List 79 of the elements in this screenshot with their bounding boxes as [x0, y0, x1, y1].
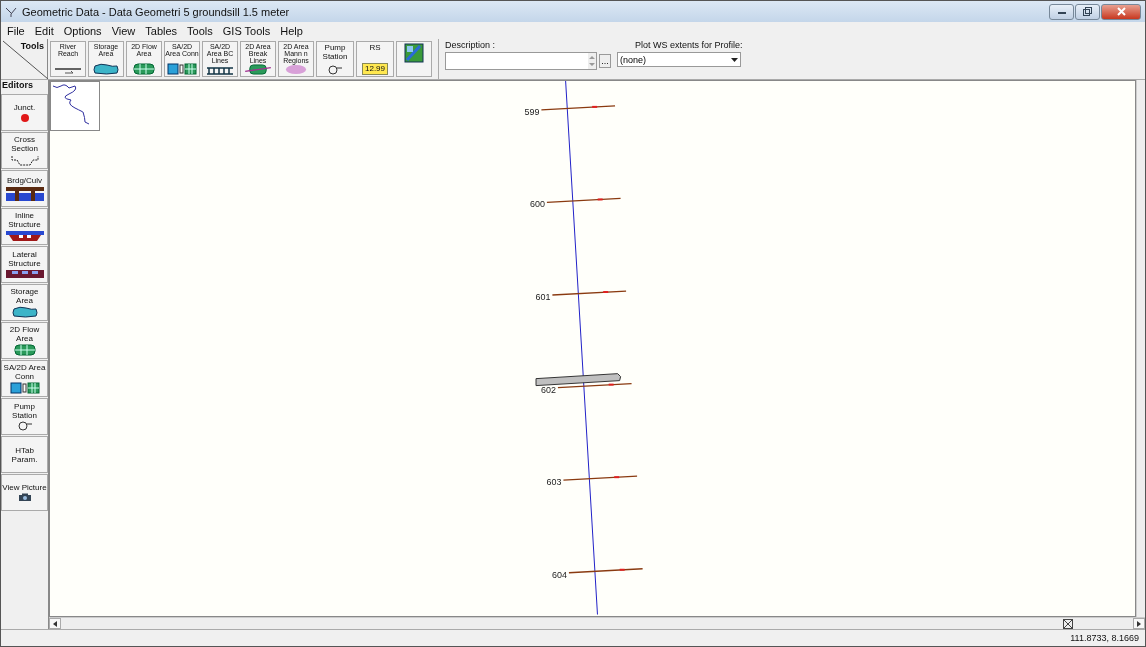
editor-button[interactable]: Storage Area [1, 284, 48, 321]
menu-item[interactable]: Tools [183, 24, 217, 37]
browse-button[interactable]: ... [599, 54, 611, 68]
zoom-icon[interactable] [1063, 618, 1073, 629]
station-label: 600 [530, 199, 545, 210]
camera-icon [17, 493, 32, 502]
editor-button[interactable]: View Picture [1, 474, 48, 511]
flow-area-icon [132, 63, 156, 75]
editor-button[interactable]: 2D Flow Area [1, 322, 48, 359]
scroll-left-button[interactable] [49, 618, 61, 629]
dropdown-caret-icon [731, 57, 738, 62]
description-label: Description : [445, 40, 497, 50]
area-connection-icon [167, 63, 197, 75]
station-label: 604 [552, 569, 567, 580]
tools-label: Tools [20, 41, 44, 51]
window-title: Geometric Data - Data Geometri 5 groundsill 1.5 meter [22, 5, 291, 18]
toolbar-button[interactable] [396, 41, 432, 77]
mann-region-icon [283, 64, 309, 75]
menu-item[interactable]: Tables [141, 24, 182, 37]
editor-button[interactable]: Inline Structure [1, 208, 48, 245]
station-label: 599 [524, 106, 540, 117]
cross-section-line[interactable] [568, 568, 644, 574]
editor-button[interactable]: HTab Param. [1, 436, 48, 473]
river-station-badge: 12.99 [362, 63, 388, 75]
lateral-structure-icon [4, 269, 45, 279]
close-icon [1116, 7, 1126, 16]
menu-item[interactable]: Help [276, 24, 307, 37]
toolbar-button[interactable]: RS 12.99 [356, 41, 394, 77]
right-arrow-icon [1137, 620, 1141, 627]
cross-section-line[interactable] [551, 290, 627, 296]
minimize-button[interactable] [1049, 3, 1074, 20]
left-arrow-icon [53, 620, 57, 627]
menu-item[interactable]: Edit [30, 24, 58, 37]
editor-button[interactable]: Junct. [1, 94, 48, 131]
pump-icon [16, 421, 33, 431]
map-icon [404, 43, 424, 63]
restore-icon [1083, 7, 1092, 16]
app-icon [5, 5, 17, 18]
inline-structure-icon [4, 230, 45, 242]
editor-button[interactable]: Pump Station [1, 398, 48, 435]
plot-ws-label: Plot WS extents for Profile: [634, 40, 743, 50]
menu-item[interactable]: GIS Tools [218, 24, 275, 37]
flow-area-icon [12, 344, 37, 356]
editor-button[interactable]: Cross Section [1, 132, 48, 169]
horizontal-scrollbar[interactable] [49, 617, 1145, 629]
description-field[interactable] [445, 52, 597, 70]
break-line-icon [243, 64, 273, 75]
storage-area-icon [93, 63, 119, 75]
editor-button[interactable]: SA/2D Area Conn [1, 360, 48, 397]
station-label: 602 [541, 384, 556, 395]
cross-section-icon [10, 154, 39, 166]
profile-dropdown[interactable]: (none) [617, 52, 741, 67]
area-connection-icon [9, 382, 40, 394]
cross-section-line[interactable] [540, 105, 616, 111]
station-label: 601 [535, 292, 551, 302]
coordinates-readout: 111.8733, 8.1669 [1070, 633, 1139, 643]
editors-label: Editors [1, 80, 34, 92]
cross-section-line[interactable] [546, 197, 622, 204]
river-reach-icon [55, 67, 81, 75]
menu-item[interactable]: File [3, 24, 29, 37]
menu-item[interactable]: View [107, 24, 140, 37]
restore-button[interactable] [1075, 3, 1100, 20]
junction-icon [19, 112, 30, 123]
bridge-icon [4, 185, 45, 202]
cross-section-line[interactable] [557, 382, 633, 389]
close-button[interactable] [1101, 3, 1141, 20]
station-label: 603 [546, 477, 562, 488]
menu-item[interactable]: Options [59, 24, 106, 37]
leader-line [1, 39, 48, 79]
scroll-right-button[interactable] [1133, 618, 1145, 629]
pump-icon [327, 65, 343, 75]
storage-area-icon [11, 306, 38, 318]
toolbar-button[interactable]: Pump Station [316, 41, 354, 77]
editor-button[interactable]: Lateral Structure [1, 246, 48, 283]
cross-section-line[interactable] [562, 475, 638, 481]
bc-line-icon [206, 65, 234, 75]
overview-map[interactable] [50, 81, 100, 131]
editor-button[interactable]: Brdg/Culv [1, 170, 48, 207]
inline-structure[interactable] [535, 373, 622, 387]
